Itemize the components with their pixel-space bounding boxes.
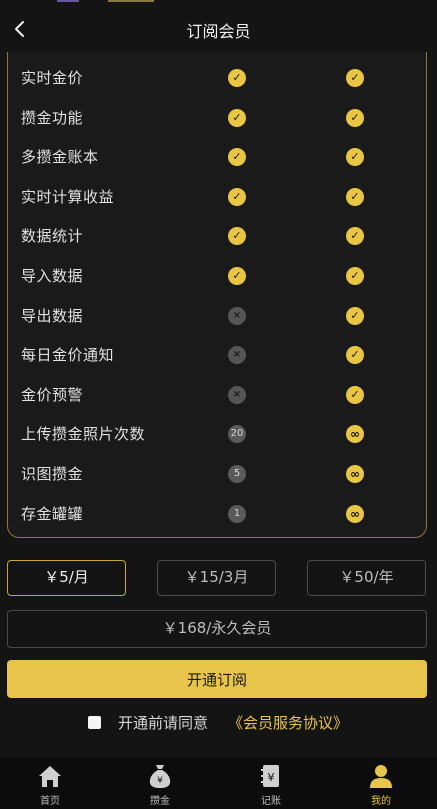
feature-label: 存金罐罐 — [21, 504, 84, 523]
count-badge: 1 — [228, 504, 246, 523]
page-title: 订阅会员 — [186, 22, 251, 41]
tab-label: 记账 — [261, 796, 281, 807]
tab-label: 攒金 — [150, 796, 170, 807]
check-icon: ✓ — [228, 227, 246, 246]
tab-bookkeeping[interactable]: ¥ 记账 — [231, 757, 311, 809]
check-icon: ✓ — [346, 385, 364, 404]
feature-row: 每日金价通知 × ✓ — [8, 343, 426, 383]
feature-label: 每日金价通知 — [21, 346, 115, 365]
bottom-tab-bar: 首页 ¥ 攒金 ¥ 记账 我的 — [0, 757, 437, 809]
feature-label: 识图攒金 — [21, 465, 84, 483]
feature-row: 数据统计 ✓ ✓ — [8, 224, 426, 264]
plan-quarterly-button[interactable]: ￥15/3月 — [157, 560, 276, 596]
plan-yearly-button[interactable]: ￥50/年 — [307, 560, 426, 596]
feature-label: 数据统计 — [21, 227, 84, 246]
feature-row: 上传攒金照片次数 20 ∞ — [8, 422, 426, 462]
feature-row: 金价预警 × ✓ — [8, 383, 426, 423]
tab-home[interactable]: 首页 — [10, 757, 90, 809]
cross-icon: × — [228, 385, 246, 404]
check-icon: ✓ — [346, 227, 364, 246]
home-icon — [39, 766, 61, 787]
check-icon: ✓ — [346, 108, 364, 127]
infinity-icon: ∞ — [346, 465, 364, 483]
infinity-icon: ∞ — [346, 504, 364, 523]
feature-label: 上传攒金照片次数 — [21, 425, 146, 444]
check-icon: ✓ — [346, 69, 364, 87]
svg-text:¥: ¥ — [268, 771, 275, 784]
tab-mine[interactable]: 我的 — [341, 757, 421, 809]
tab-label: 首页 — [40, 796, 60, 807]
check-icon: ✓ — [346, 267, 364, 285]
check-icon: ✓ — [228, 148, 246, 167]
plan-monthly-button[interactable]: ￥5/月 — [7, 560, 126, 596]
tab-label: 我的 — [371, 796, 391, 807]
subscribe-button[interactable]: 开通订阅 — [7, 660, 427, 698]
header: 订阅会员 — [0, 0, 437, 58]
svg-text:¥: ¥ — [157, 776, 163, 786]
check-icon: ✓ — [346, 306, 364, 325]
check-icon: ✓ — [228, 108, 246, 127]
feature-row: 导入数据 ✓ ✓ — [8, 264, 426, 304]
feature-label: 导出数据 — [21, 306, 84, 325]
feature-row: 攒金功能 ✓ ✓ — [8, 106, 426, 146]
tab-savings[interactable]: ¥ 攒金 — [120, 757, 200, 809]
check-icon: ✓ — [228, 267, 246, 285]
ledger-icon: ¥ — [261, 765, 279, 787]
check-icon: ✓ — [346, 148, 364, 167]
agreement-row: 开通前请同意 《会员服务协议》 — [0, 710, 437, 736]
feature-label: 金价预警 — [21, 385, 84, 404]
check-icon: ✓ — [228, 187, 246, 206]
cross-icon: × — [228, 346, 246, 365]
agreement-link[interactable]: 《会员服务协议》 — [228, 710, 348, 736]
agreement-checkbox[interactable] — [88, 716, 101, 729]
feature-row: 识图攒金 5 ∞ — [8, 462, 426, 502]
feature-row: 实时金价 ✓ ✓ — [8, 66, 426, 106]
feature-row: 导出数据 × ✓ — [8, 304, 426, 344]
feature-row: 多攒金账本 ✓ ✓ — [8, 145, 426, 185]
user-icon — [370, 765, 392, 788]
feature-label: 攒金功能 — [21, 108, 84, 127]
money-bag-icon: ¥ — [149, 765, 171, 788]
count-badge: 20 — [228, 425, 246, 444]
agreement-text: 开通前请同意 — [118, 714, 209, 732]
check-icon: ✓ — [346, 187, 364, 206]
infinity-icon: ∞ — [346, 425, 364, 444]
feature-label: 导入数据 — [21, 267, 84, 285]
feature-label: 实时金价 — [21, 69, 84, 87]
feature-row: 实时计算收益 ✓ ✓ — [8, 185, 426, 225]
feature-comparison-table: 实时金价 ✓ ✓ 攒金功能 ✓ ✓ 多攒金账本 ✓ ✓ 实时计算收益 ✓ ✓ 数… — [7, 52, 427, 538]
check-icon: ✓ — [346, 346, 364, 365]
feature-label: 多攒金账本 — [21, 148, 99, 167]
plan-lifetime-button[interactable]: ￥168/永久会员 — [7, 610, 427, 648]
feature-label: 实时计算收益 — [21, 187, 115, 206]
feature-row: 存金罐罐 1 ∞ — [8, 502, 426, 542]
check-icon: ✓ — [228, 69, 246, 87]
count-badge: 5 — [228, 465, 246, 483]
cross-icon: × — [228, 306, 246, 325]
